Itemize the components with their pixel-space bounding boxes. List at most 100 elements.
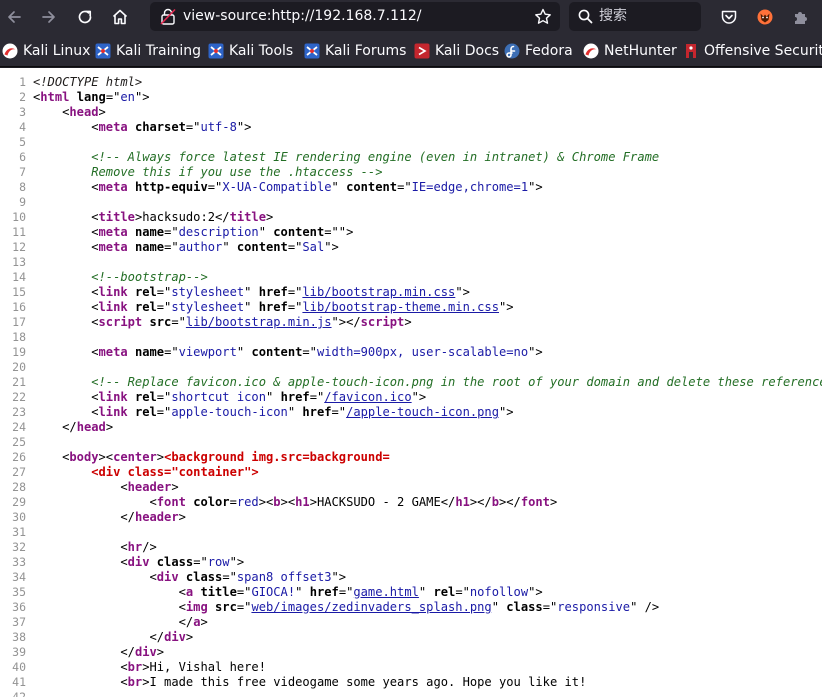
source-link[interactable]: lib/bootstrap.min.css bbox=[302, 285, 455, 299]
source-line: 1 <!DOCTYPE html> bbox=[0, 75, 822, 90]
source-line: 19 <meta name="viewport" content="width=… bbox=[0, 345, 822, 360]
code-text: "> bbox=[528, 180, 543, 194]
code-text: >Hi, Vishal here! bbox=[142, 660, 266, 674]
tag-name: title bbox=[229, 210, 266, 224]
source-line: 40 <br>Hi, Vishal here! bbox=[0, 660, 822, 675]
home-button[interactable] bbox=[107, 4, 133, 30]
line-number: 34 bbox=[12, 570, 26, 584]
code-text: =" bbox=[287, 285, 303, 299]
search-bar[interactable]: 搜索 bbox=[569, 2, 701, 31]
code-text: =" bbox=[309, 390, 325, 404]
bookmark-kali-docs[interactable]: Kali Docs bbox=[414, 34, 499, 66]
account-button[interactable] bbox=[752, 4, 778, 30]
bookmark-kali-forums[interactable]: Kali Forums bbox=[304, 34, 406, 66]
source-link[interactable]: lib/bootstrap.min.js bbox=[186, 315, 332, 329]
search-input[interactable]: 搜索 bbox=[599, 2, 627, 31]
line-code: <link rel="apple-touch-icon" href="/appl… bbox=[33, 405, 513, 420]
line-code: </div> bbox=[33, 630, 193, 645]
code-text: > bbox=[171, 480, 179, 494]
bookmark-kali-linux[interactable]: Kali Linux bbox=[2, 34, 90, 66]
tag-name: link bbox=[98, 390, 128, 404]
source-line: 25 bbox=[0, 435, 822, 450]
browser-toolbar: view-source:http://192.168.7.112/ 搜索 bbox=[0, 0, 822, 34]
tag-name: hr bbox=[127, 540, 143, 554]
code-text: =" bbox=[302, 345, 317, 359]
bookmark-kali-training[interactable]: Kali Training bbox=[95, 34, 201, 66]
code-text: >< bbox=[280, 495, 296, 509]
extensions-button[interactable] bbox=[788, 4, 814, 30]
code-text: < bbox=[33, 240, 99, 254]
fox-avatar-icon bbox=[757, 9, 773, 25]
tag-name: header bbox=[127, 480, 172, 494]
bookmark-nethunter[interactable]: NetHunter bbox=[583, 34, 677, 66]
attribute-value: stylesheet bbox=[171, 300, 245, 314]
source-line: 26 <body><center><background img.src=bac… bbox=[0, 450, 822, 465]
source-view[interactable]: 1 <!DOCTYPE html> 2 <html lang="en"> 3 <head… bbox=[0, 68, 822, 697]
tag-name: meta bbox=[98, 345, 128, 359]
source-link[interactable]: game.html bbox=[353, 585, 419, 599]
code-text: < bbox=[33, 570, 157, 584]
tag-name: header bbox=[134, 510, 179, 524]
url-bar[interactable]: view-source:http://192.168.7.112/ bbox=[150, 2, 560, 31]
url-text[interactable]: view-source:http://192.168.7.112/ bbox=[183, 2, 422, 31]
code-text: =" bbox=[185, 120, 201, 134]
source-line: 38 </div> bbox=[0, 630, 822, 645]
source-line: 10 <title>hacksudo:2</title> bbox=[0, 210, 822, 225]
doctype: <!DOCTYPE html> bbox=[33, 75, 143, 89]
tag-name: link bbox=[98, 300, 128, 314]
line-code: <head> bbox=[33, 105, 106, 120]
bookmark-kali-tools[interactable]: Kali Tools bbox=[208, 34, 293, 66]
code-text: " bbox=[491, 600, 507, 614]
line-code: <title>hacksudo:2</title> bbox=[33, 210, 273, 225]
code-text: < bbox=[33, 105, 70, 119]
attribute-name: color bbox=[193, 495, 230, 509]
line-number: 35 bbox=[12, 585, 26, 599]
code-text: =" bbox=[455, 585, 470, 599]
source-link[interactable]: /apple-touch-icon.png bbox=[346, 405, 499, 419]
code-text: < bbox=[33, 540, 128, 554]
insecure-lock-icon[interactable] bbox=[160, 8, 176, 25]
bookmark-offensive-security[interactable]: Offensive Security bbox=[683, 34, 822, 66]
source-line: 30 </header> bbox=[0, 510, 822, 525]
code-text: < bbox=[33, 120, 99, 134]
code-text: =" bbox=[397, 180, 412, 194]
source-link[interactable]: web/images/zedinvaders_splash.png bbox=[251, 600, 491, 614]
bookmark-fedora[interactable]: Fedora bbox=[504, 34, 573, 66]
code-text: " bbox=[244, 300, 259, 314]
bookmark-star-icon[interactable] bbox=[534, 8, 552, 25]
tag-name: meta bbox=[98, 225, 128, 239]
source-link[interactable]: /favicon.ico bbox=[324, 390, 411, 404]
line-number: 24 bbox=[12, 420, 26, 434]
attribute-name: src bbox=[149, 315, 172, 329]
code-text: < bbox=[33, 675, 128, 689]
source-line: 32 <hr/> bbox=[0, 540, 822, 555]
code-text: </ bbox=[33, 645, 135, 659]
code-text: =" bbox=[193, 555, 208, 569]
line-number: 42 bbox=[12, 690, 26, 697]
line-number: 32 bbox=[12, 540, 26, 554]
source-line: 5 bbox=[0, 135, 822, 150]
back-button[interactable] bbox=[1, 4, 27, 30]
line-code: </a> bbox=[33, 615, 208, 630]
line-code: </head> bbox=[33, 420, 113, 435]
source-link[interactable]: lib/bootstrap-theme.min.css bbox=[302, 300, 499, 314]
source-line: 18 bbox=[0, 330, 822, 345]
pocket-button[interactable] bbox=[716, 4, 742, 30]
search-icon bbox=[578, 9, 593, 24]
code-text: =" bbox=[207, 180, 223, 194]
attribute-value: span8 offset3 bbox=[236, 570, 332, 584]
forward-button[interactable] bbox=[36, 4, 62, 30]
tag-name: br bbox=[127, 660, 143, 674]
code-text: < bbox=[33, 555, 128, 569]
source-line: 15 <link rel="stylesheet" href="lib/boot… bbox=[0, 285, 822, 300]
line-code: <meta name="author" content="Sal"> bbox=[33, 240, 339, 255]
reload-button[interactable] bbox=[72, 4, 98, 30]
bookmarks-toolbar: Kali Linux Kali Training Kali Tools Kali… bbox=[0, 34, 822, 67]
code-text: > bbox=[549, 495, 558, 509]
attribute-name: rel bbox=[134, 405, 157, 419]
attribute-name: href bbox=[302, 405, 332, 419]
source-line: 4 <meta charset="utf-8"> bbox=[0, 120, 822, 135]
tag-name: title bbox=[98, 210, 135, 224]
